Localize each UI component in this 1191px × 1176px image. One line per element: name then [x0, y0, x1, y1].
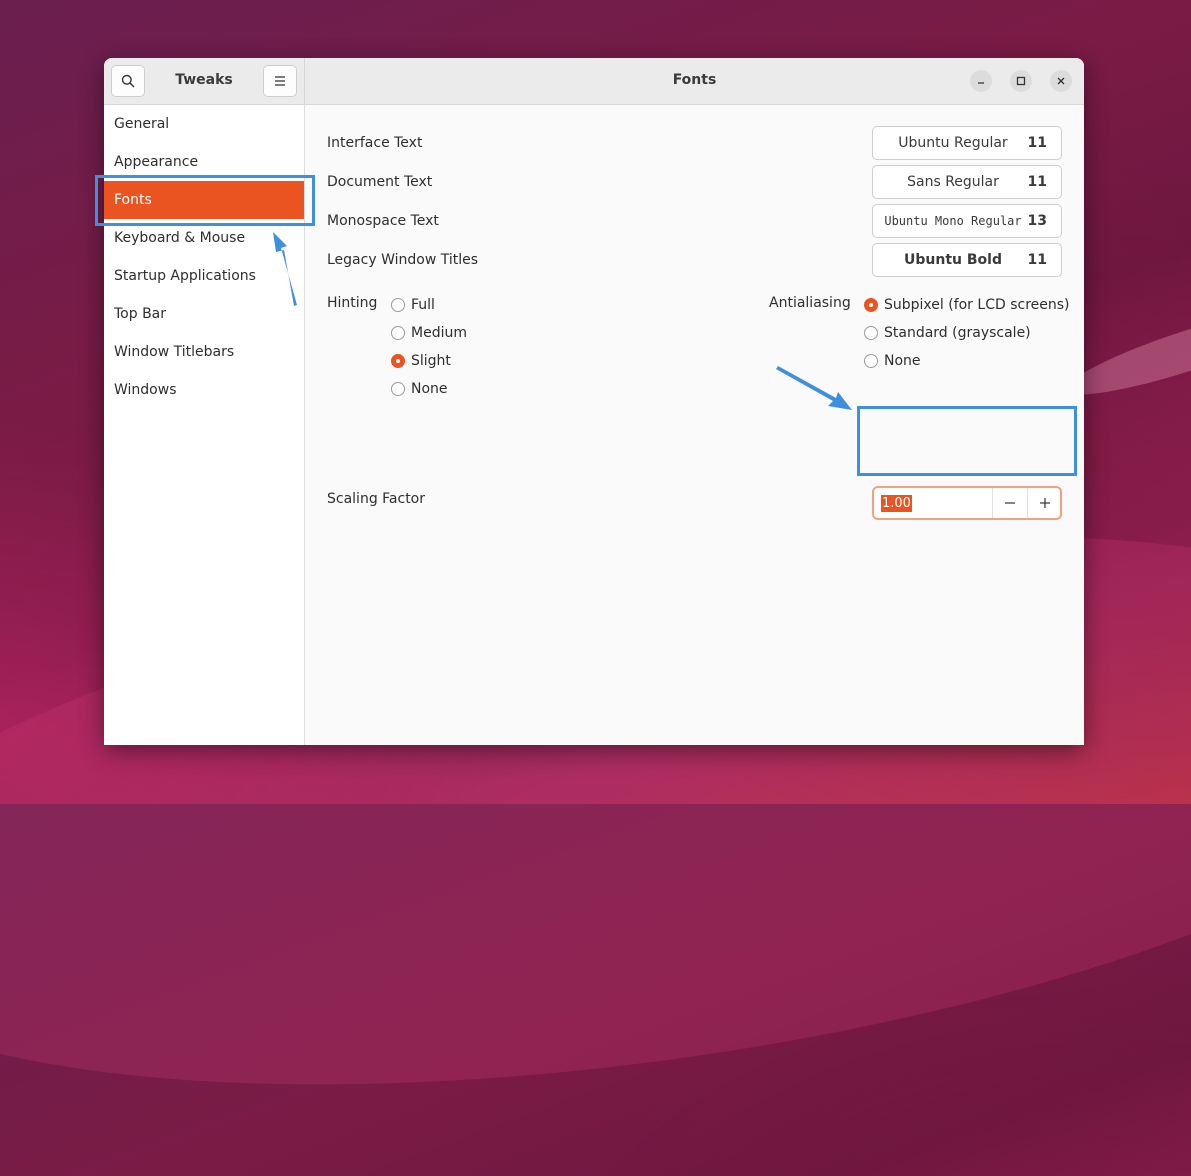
- antialiasing-option-none[interactable]: None: [864, 353, 921, 369]
- monospace-font-button[interactable]: Ubuntu Mono Regular 13: [872, 204, 1062, 238]
- interface-text-label: Interface Text: [327, 135, 423, 151]
- scaling-factor-input[interactable]: 1.00: [881, 495, 912, 512]
- legacy-font-button[interactable]: Ubuntu Bold 11: [872, 243, 1062, 277]
- increment-button[interactable]: [1027, 488, 1062, 518]
- scaling-factor-spinbutton[interactable]: 1.00: [872, 486, 1062, 520]
- minimize-button[interactable]: [970, 70, 992, 92]
- radio-indicator: [391, 298, 405, 312]
- hinting-option-full[interactable]: Full: [391, 297, 435, 313]
- hinting-option-label: Medium: [411, 325, 467, 341]
- close-button[interactable]: [1050, 70, 1072, 92]
- hinting-option-label: None: [411, 381, 448, 397]
- radio-indicator: [864, 354, 878, 368]
- document-text-label: Document Text: [327, 174, 433, 190]
- maximize-button[interactable]: [1010, 70, 1032, 92]
- document-font-button[interactable]: Sans Regular 11: [872, 165, 1062, 199]
- hinting-option-label: Full: [411, 297, 435, 313]
- radio-indicator: [864, 326, 878, 340]
- minimize-icon: [978, 82, 984, 84]
- legacy-font-size: 11: [1027, 252, 1047, 268]
- interface-font-name: Ubuntu Regular: [898, 135, 1008, 151]
- header-bar: Tweaks Fonts: [104, 58, 1084, 105]
- antialiasing-option-label: Standard (grayscale): [884, 325, 1031, 341]
- decrement-button[interactable]: [992, 488, 1027, 518]
- plus-icon: [1040, 498, 1050, 508]
- header-bar-sidebar-section: Tweaks: [104, 58, 305, 104]
- monospace-text-label: Monospace Text: [327, 213, 439, 229]
- radio-indicator: [391, 326, 405, 340]
- hamburger-menu-icon: [275, 76, 285, 86]
- annotation-highlight-fonts: [95, 175, 315, 226]
- monospace-font-name: Ubuntu Mono Regular: [884, 214, 1022, 228]
- interface-font-button[interactable]: Ubuntu Regular 11: [872, 126, 1062, 160]
- monospace-font-size: 13: [1027, 213, 1047, 229]
- sidebar-item-startup-applications[interactable]: Startup Applications: [104, 257, 304, 295]
- hinting-label: Hinting: [327, 295, 378, 311]
- hinting-option-medium[interactable]: Medium: [391, 325, 467, 341]
- tweaks-window: Tweaks Fonts General Appearance Fonts Ke…: [104, 58, 1084, 745]
- radio-indicator: [391, 382, 405, 396]
- hinting-option-slight[interactable]: Slight: [391, 353, 451, 369]
- hinting-option-label: Slight: [411, 353, 451, 369]
- interface-font-size: 11: [1027, 135, 1047, 151]
- antialiasing-option-label: Subpixel (for LCD screens): [884, 297, 1070, 313]
- document-font-name: Sans Regular: [907, 174, 999, 190]
- maximize-icon: [1016, 76, 1026, 86]
- menu-button[interactable]: [263, 65, 297, 97]
- scaling-factor-label: Scaling Factor: [327, 491, 426, 507]
- minus-icon: [1005, 502, 1015, 504]
- sidebar-item-general[interactable]: General: [104, 105, 304, 143]
- antialiasing-option-subpixel[interactable]: Subpixel (for LCD screens): [864, 297, 1070, 313]
- annotation-highlight-scaling: [857, 406, 1077, 476]
- antialiasing-option-label: None: [884, 353, 921, 369]
- radio-indicator-selected: [391, 354, 405, 368]
- radio-indicator-selected: [864, 298, 878, 312]
- antialiasing-option-standard[interactable]: Standard (grayscale): [864, 325, 1031, 341]
- close-icon: [1057, 77, 1065, 85]
- document-font-size: 11: [1027, 174, 1047, 190]
- legacy-window-titles-label: Legacy Window Titles: [327, 252, 479, 268]
- antialiasing-label: Antialiasing: [769, 295, 851, 311]
- legacy-font-name: Ubuntu Bold: [904, 252, 1002, 268]
- sidebar-item-windows[interactable]: Windows: [104, 371, 304, 409]
- page-title: Fonts: [672, 72, 717, 88]
- sidebar-item-top-bar[interactable]: Top Bar: [104, 295, 304, 333]
- sidebar-item-window-titlebars[interactable]: Window Titlebars: [104, 333, 304, 371]
- hinting-option-none[interactable]: None: [391, 381, 448, 397]
